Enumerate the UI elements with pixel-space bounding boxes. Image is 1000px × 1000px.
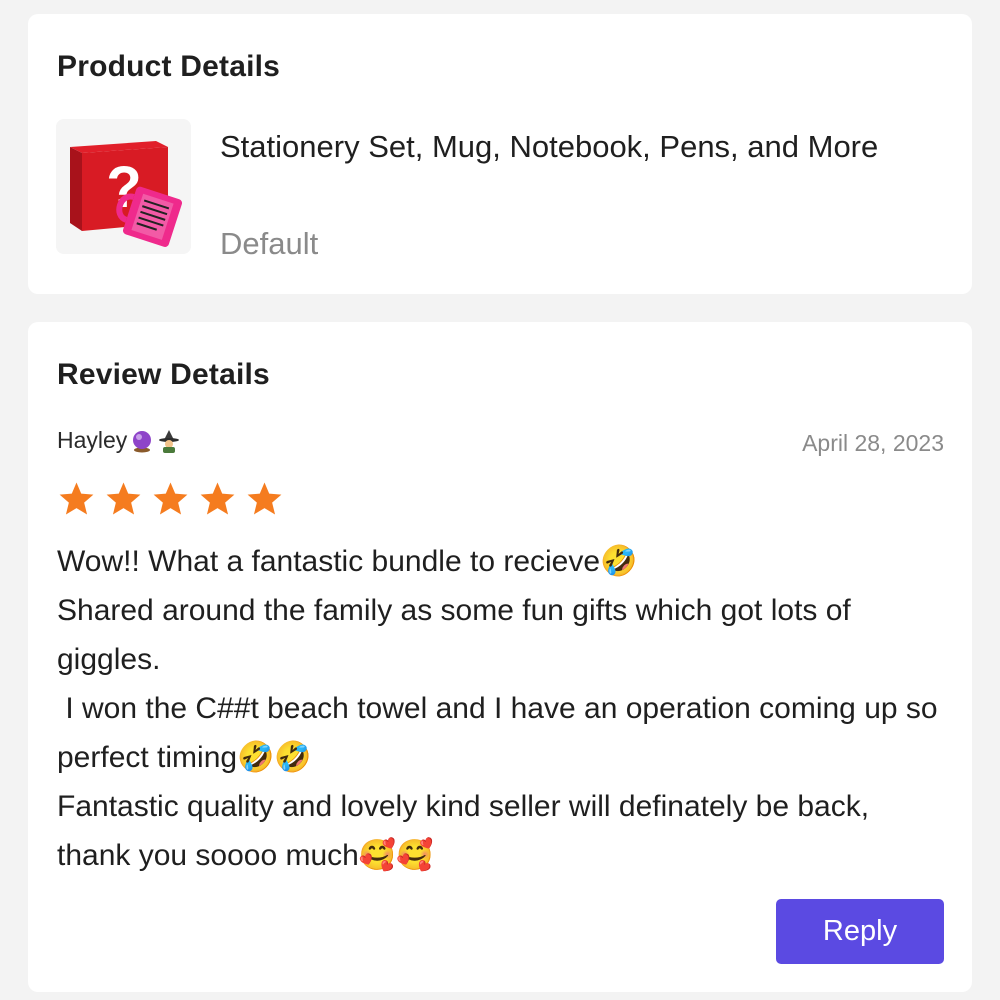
product-variant: Default (220, 226, 319, 261)
reviewer: Hayley (57, 427, 181, 454)
star-icon (247, 482, 282, 515)
product-details-title: Product Details (57, 50, 281, 83)
star-icon (106, 482, 141, 515)
review-date: April 28, 2023 (802, 430, 944, 456)
product-name[interactable]: Stationery Set, Mug, Notebook, Pens, and… (220, 122, 920, 171)
mystery-box-icon: ? (56, 119, 191, 254)
review-text: Wow!! What a fantastic bundle to recieve… (57, 545, 938, 872)
star-icon (59, 482, 94, 515)
star-rating (57, 480, 284, 519)
review-details-card: Review Details Hayley April 28, 2023 Wow… (28, 322, 972, 992)
reviewer-name: Hayley (57, 427, 128, 453)
reply-button[interactable]: Reply (776, 899, 944, 964)
star-icon (200, 482, 235, 515)
product-details-card: Product Details ? Stationery Set, Mug, N… (28, 14, 972, 294)
product-thumbnail[interactable]: ? (56, 119, 191, 254)
crystal-ball-icon (133, 430, 152, 452)
review-details-title: Review Details (57, 358, 270, 391)
star-icon (153, 482, 188, 515)
witch-icon (159, 429, 180, 453)
